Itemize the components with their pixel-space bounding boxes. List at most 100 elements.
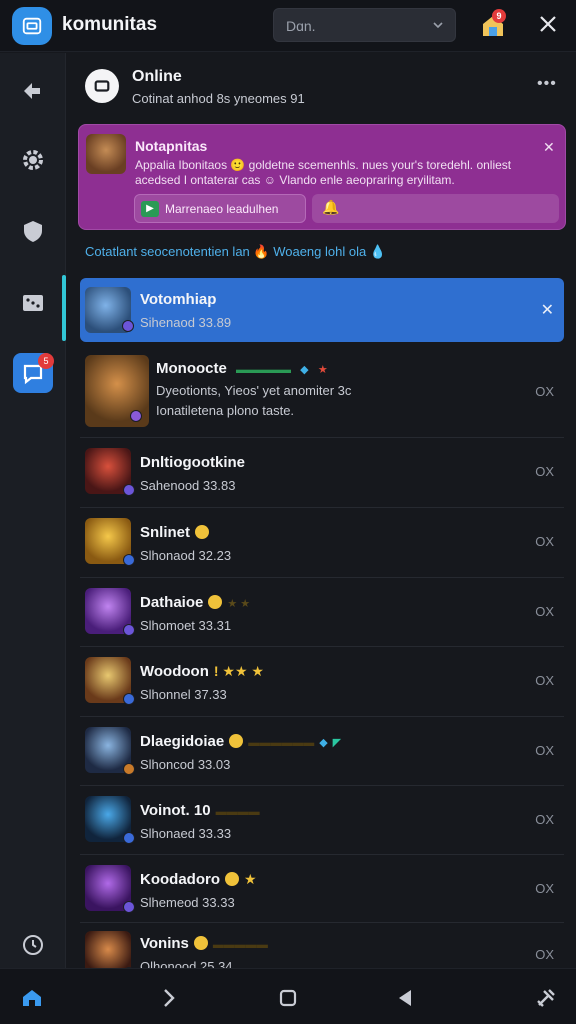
contact-name: Voinot. 10 ▬▬▬▬ <box>140 802 260 819</box>
progress-icon: ▬▬▬▬▬ <box>236 364 291 376</box>
notice-secondary-button[interactable]: 🔔 <box>312 194 559 223</box>
status-icon <box>123 554 135 566</box>
contact-name-text: Dlaegidoiae <box>140 733 225 750</box>
chevron-down-icon <box>433 22 443 29</box>
nav-back[interactable] <box>393 985 419 1011</box>
community-select[interactable]: Dɑn. <box>273 8 456 42</box>
sidebar-item-shield[interactable] <box>13 211 53 251</box>
contact-name: Vonins ▬▬▬▬▬ <box>140 935 268 952</box>
notice-title: Notapnitas <box>135 138 208 154</box>
status-icon <box>123 624 135 636</box>
bell-icon: 🔔 <box>322 199 340 215</box>
notice-body: Appalia Ibonitaos 🙂 goldetne scemenhls. … <box>135 158 512 187</box>
status-icon <box>123 484 135 496</box>
close-icon[interactable] <box>536 12 560 36</box>
online-subtitle: Cotinat anhod 8s yneomes 91 <box>132 91 305 106</box>
row-action-button[interactable]: OX <box>535 743 554 758</box>
row-action-button[interactable]: OX <box>535 812 554 827</box>
list-item[interactable]: Monoocte ▬▬▬▬▬ ◆ ★ Dyeotionts, Yieos' ye… <box>80 350 564 438</box>
notice-close-icon[interactable]: ✕ <box>543 139 555 156</box>
list-item[interactable]: Dlaegidoiae ▬▬▬▬▬▬ ◆ ◤ Slhoncod 33.03 OX <box>80 717 564 786</box>
contact-name-text: Woodoon <box>140 663 209 680</box>
contact-name-text: Snlinet <box>140 524 191 541</box>
contact-status: Sahenood 33.83 <box>140 478 236 493</box>
status-icon <box>123 901 135 913</box>
drop-icon: ◆ <box>319 737 328 749</box>
list-item[interactable]: Votomhiap Sihenaod 33.89 ✕ <box>80 278 564 342</box>
status-icon <box>123 832 135 844</box>
row-action-button[interactable]: OX <box>535 604 554 619</box>
sidebar-item-history[interactable] <box>13 925 53 965</box>
gem-icon: ◆ <box>300 364 309 376</box>
contact-status: Slhoncod 33.03 <box>140 757 231 772</box>
list-item[interactable]: Voinot. 10 ▬▬▬▬ Slhonaed 33.33 OX <box>80 786 564 855</box>
row-action-button[interactable]: OX <box>535 673 554 688</box>
status-icon <box>123 693 135 705</box>
row-action-button[interactable]: OX <box>535 384 554 399</box>
contact-name-text: Voinot. 10 <box>140 802 211 819</box>
window-icon <box>22 17 42 35</box>
tools-icon <box>537 989 555 1007</box>
more-options-icon[interactable]: ••• <box>537 75 557 93</box>
contact-status: Slhemeod 33.33 <box>140 895 235 910</box>
nav-square[interactable] <box>275 985 301 1011</box>
emoji-icon <box>229 734 244 748</box>
history-icon <box>23 935 43 955</box>
top-bar: komunitas Dɑn. 9 <box>0 0 576 52</box>
nav-forward[interactable] <box>156 985 182 1011</box>
app-title: komunitas <box>62 14 158 35</box>
row-action-button[interactable]: OX <box>535 881 554 896</box>
chevron-right-icon <box>164 989 175 1007</box>
contact-description: Dyeotionts, Yieos' yet anomiter 3c Ionat… <box>156 381 426 421</box>
row-action-button[interactable]: OX <box>535 947 554 962</box>
online-header: Online Cotinat anhod 8s yneomes 91 ••• <box>67 53 576 117</box>
list-item[interactable]: Snlinet Slhonaod 32.23 OX <box>80 508 564 578</box>
sidebar-item-settings[interactable] <box>13 140 53 180</box>
contact-name: Dnltiogootkine <box>140 454 245 471</box>
status-icon <box>122 320 134 332</box>
star-icon: ★ <box>317 364 328 376</box>
info-line: Cotatlant seocenotentien lan 🔥 Woaeng lo… <box>85 244 386 259</box>
contact-name: Snlinet <box>140 524 210 541</box>
app-logo-icon[interactable] <box>12 7 52 45</box>
emoji-icon <box>225 872 239 886</box>
nav-tools[interactable] <box>533 985 559 1011</box>
contact-name-text: Koodadoro <box>140 871 220 888</box>
triangle-left-icon <box>399 990 411 1006</box>
contact-status: Slhonnel 37.33 <box>140 687 227 702</box>
notice-action-label: Marrenaeo leadulhen <box>165 202 279 216</box>
list-item[interactable]: Dnltiogootkine Sahenood 33.83 OX <box>80 438 564 508</box>
home-icon <box>23 990 41 1006</box>
contact-name: Koodadoro ★ <box>140 871 257 888</box>
contact-status: Sihenaod 33.89 <box>140 315 232 330</box>
online-avatar <box>85 69 119 103</box>
sidebar-item-games[interactable] <box>13 283 53 323</box>
contact-name: Monoocte ▬▬▬▬▬ ◆ ★ <box>156 360 328 377</box>
gem-icon: ◤ <box>332 737 342 749</box>
notice-action-button[interactable]: ▶ Marrenaeo leadulhen <box>134 194 306 223</box>
row-action-button[interactable]: OX <box>535 534 554 549</box>
active-indicator <box>62 275 66 341</box>
status-icon <box>130 410 142 422</box>
progress-icon: ▬▬▬▬▬▬ <box>248 737 315 749</box>
star-icon: ! ★★ ★ <box>213 663 264 679</box>
square-icon <box>279 989 297 1007</box>
contact-desc-line2: Ionatiletena plono taste. <box>156 403 295 418</box>
notice-banner: Notapnitas Appalia Ibonitaos 🙂 goldetne … <box>78 124 566 230</box>
chat-badge: 5 <box>38 353 54 369</box>
nav-home[interactable] <box>19 985 45 1011</box>
row-close-icon[interactable]: ✕ <box>541 300 554 320</box>
contact-status: Slhomoet 33.31 <box>140 618 232 633</box>
back-icon <box>24 83 40 99</box>
play-icon: ▶ <box>141 201 159 217</box>
list-item[interactable]: Koodadoro ★ Slhemeod 33.33 OX <box>80 855 564 923</box>
sidebar-item-back[interactable] <box>13 71 53 111</box>
frame-icon <box>94 80 110 92</box>
dice-icon <box>23 295 43 311</box>
progress-icon: ▬▬▬▬ <box>215 806 260 818</box>
list-item[interactable]: Dathaioe ★ ★ Slhomoet 33.31 OX <box>80 578 564 647</box>
emoji-icon <box>208 595 223 609</box>
main-panel: Online Cotinat anhod 8s yneomes 91 ••• N… <box>67 53 576 979</box>
row-action-button[interactable]: OX <box>535 464 554 479</box>
list-item[interactable]: Woodoon! ★★ ★ Slhonnel 37.33 OX <box>80 647 564 717</box>
